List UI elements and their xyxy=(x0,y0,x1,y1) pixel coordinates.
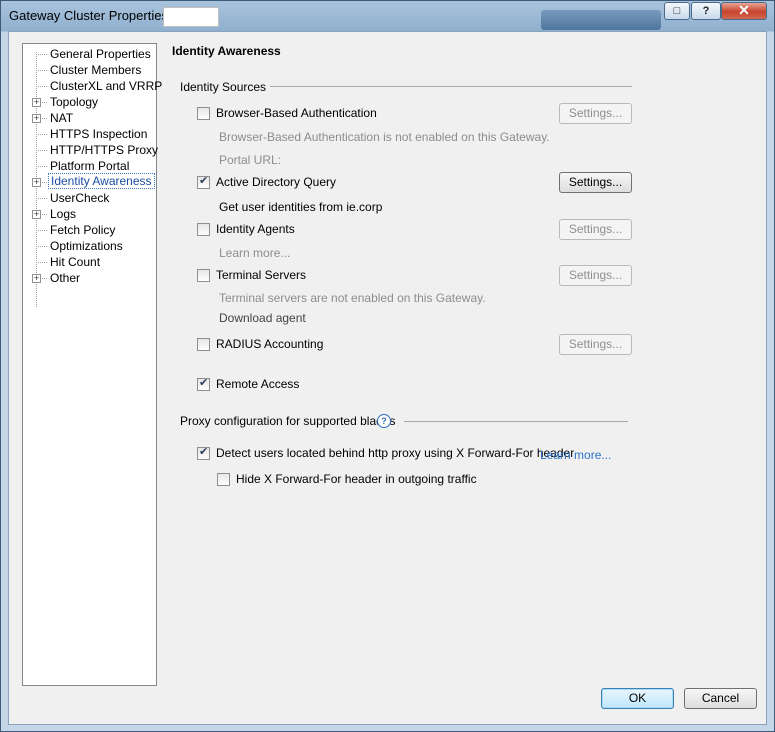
ad-query-checkbox[interactable] xyxy=(197,174,210,189)
tree-item-label: Identity Awareness xyxy=(48,173,155,189)
identity-agents-checkbox[interactable] xyxy=(197,223,210,236)
radius-accounting-label: RADIUS Accounting xyxy=(216,337,324,351)
remote-access-checkbox[interactable] xyxy=(197,376,210,391)
hide-xff-checkbox[interactable] xyxy=(217,473,230,486)
expand-plus-icon[interactable]: + xyxy=(32,178,41,187)
tree-item-label: Optimizations xyxy=(50,239,123,253)
tree-item-label: Cluster Members xyxy=(50,63,142,77)
tree-item-label: HTTPS Inspection xyxy=(50,127,148,141)
proxy-config-heading: Proxy configuration for supported blades xyxy=(180,414,396,428)
remote-access-label: Remote Access xyxy=(216,377,300,391)
ad-query-settings-button[interactable]: Settings... xyxy=(559,172,632,193)
radius-accounting-checkbox[interactable] xyxy=(197,338,210,351)
ok-button[interactable]: OK xyxy=(601,688,674,709)
tree-item-label: UserCheck xyxy=(50,191,110,205)
tree-item-label: Other xyxy=(50,271,81,285)
ad-query-label: Active Directory Query xyxy=(216,175,337,189)
cancel-button[interactable]: Cancel xyxy=(684,688,757,709)
terminal-servers-status-text: Terminal servers are not enabled on this… xyxy=(219,291,486,305)
help-icon[interactable]: ? xyxy=(377,414,391,428)
hide-xff-label: Hide X Forward-For header in outgoing tr… xyxy=(236,472,477,486)
identity-agents-label: Identity Agents xyxy=(216,222,295,236)
download-agent-link[interactable]: Download agent xyxy=(219,311,306,325)
tree-item-label: Fetch Policy xyxy=(50,223,116,237)
tree-item-label: Topology xyxy=(50,95,99,109)
tree-item-label: HTTP/HTTPS Proxy xyxy=(50,143,159,157)
browser-auth-label: Browser-Based Authentication xyxy=(216,106,377,120)
identity-agents-learn-more-link[interactable]: Learn more... xyxy=(219,246,290,260)
browser-auth-status-text: Browser-Based Authentication is not enab… xyxy=(219,130,550,144)
xff-learn-more-link[interactable]: Learn more... xyxy=(540,448,611,462)
restore-icon[interactable]: □ xyxy=(664,2,690,20)
title-bar[interactable]: Gateway Cluster Properties - □ ? ✕ xyxy=(1,1,774,31)
portal-url-label: Portal URL: xyxy=(219,153,282,167)
tree-item-label: NAT xyxy=(50,111,74,125)
browser-auth-settings-button[interactable]: Settings... xyxy=(559,103,632,124)
page-title: Identity Awareness xyxy=(172,44,281,58)
help-button[interactable]: ? xyxy=(691,2,721,20)
properties-window: Gateway Cluster Properties - □ ? ✕ Gener… xyxy=(0,0,775,732)
detect-xff-checkbox[interactable] xyxy=(197,445,210,460)
browser-auth-checkbox[interactable] xyxy=(197,107,210,120)
expand-plus-icon[interactable]: + xyxy=(32,210,41,219)
expand-plus-icon[interactable]: + xyxy=(32,114,41,123)
identity-sources-heading: Identity Sources xyxy=(180,80,267,94)
tree-item-label: Platform Portal xyxy=(50,159,130,173)
close-button[interactable]: ✕ xyxy=(721,2,767,20)
expand-plus-icon[interactable]: + xyxy=(32,98,41,107)
ad-query-status-text: Get user identities from ie.corp xyxy=(219,200,383,214)
identity-agents-settings-button[interactable]: Settings... xyxy=(559,219,632,240)
tree-item-label: Hit Count xyxy=(50,255,101,269)
terminal-servers-label: Terminal Servers xyxy=(216,268,307,282)
navigation-tree[interactable]: General Properties Cluster Members Clust… xyxy=(22,43,162,686)
dialog-client-area: General Properties Cluster Members Clust… xyxy=(8,31,767,725)
section-divider xyxy=(270,86,632,87)
window-title: Gateway Cluster Properties - xyxy=(9,8,176,23)
tree-item-label: General Properties xyxy=(50,47,151,61)
tree-item-label: Logs xyxy=(50,207,77,221)
terminal-servers-checkbox[interactable] xyxy=(197,269,210,282)
expand-plus-icon[interactable]: + xyxy=(32,274,41,283)
section-divider xyxy=(404,421,628,422)
radius-settings-button[interactable]: Settings... xyxy=(559,334,632,355)
tree-item-label: ClusterXL and VRRP xyxy=(50,79,163,93)
background-window-tab xyxy=(541,10,661,30)
title-redacted-box xyxy=(163,7,219,27)
detect-xff-label: Detect users located behind http proxy u… xyxy=(216,446,575,460)
terminal-servers-settings-button[interactable]: Settings... xyxy=(559,265,632,286)
